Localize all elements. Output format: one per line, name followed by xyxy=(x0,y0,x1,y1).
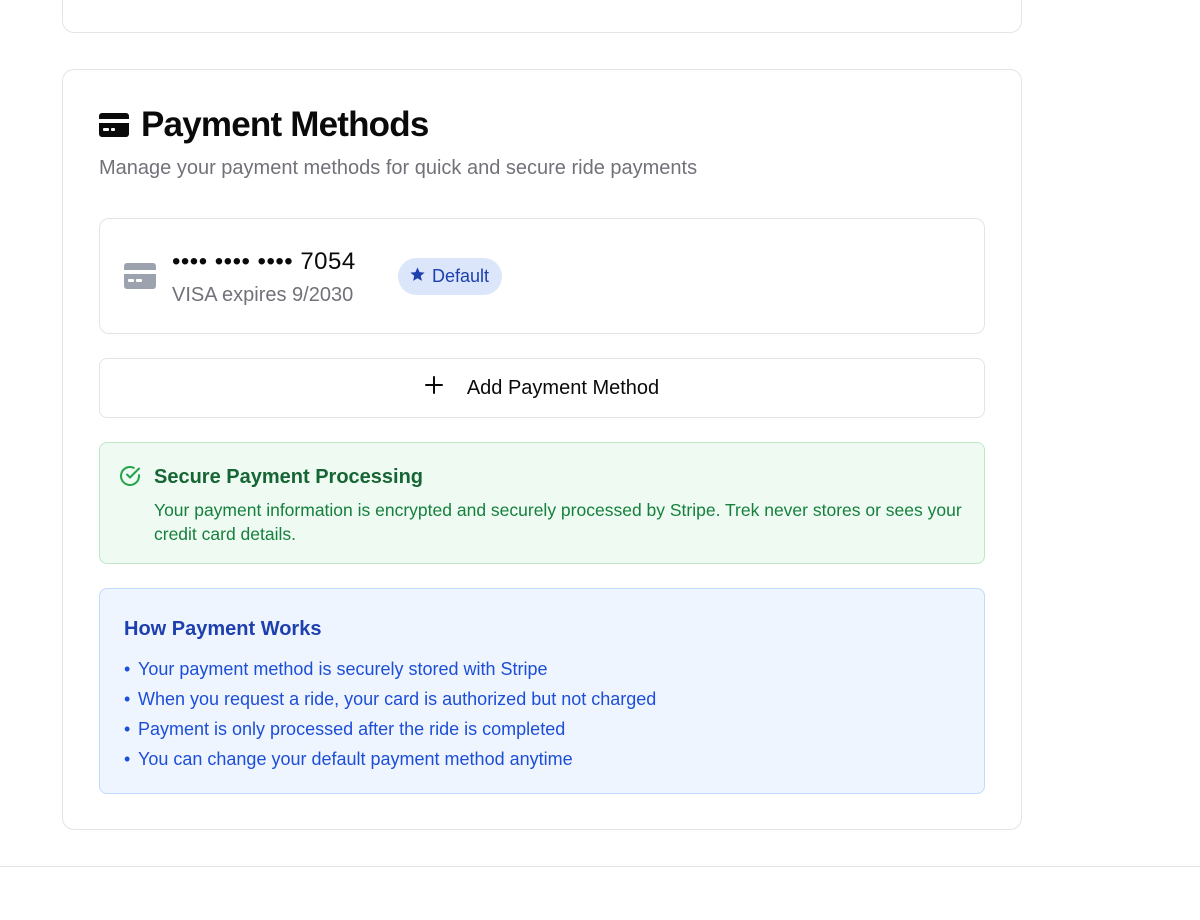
credit-card-icon xyxy=(124,263,156,294)
how-payment-works-title: How Payment Works xyxy=(124,618,322,640)
plus-icon xyxy=(424,376,443,400)
list-item: • Your payment method is securely stored … xyxy=(124,659,548,679)
secure-notice-text: Your payment information is encrypted an… xyxy=(154,500,962,544)
footer-divider xyxy=(0,866,1200,867)
list-item: • You can change your default payment met… xyxy=(124,749,573,769)
secure-payment-notice: Secure Payment Processing Your payment i… xyxy=(99,442,985,564)
card-details: VISA expires 9/2030 xyxy=(172,284,354,306)
payment-method-item[interactable]: •••• •••• •••• 7054 VISA expires 9/2030 … xyxy=(99,218,985,334)
default-badge: Default xyxy=(398,258,503,295)
card-title: Payment Methods xyxy=(141,105,429,144)
how-payment-works-box: How Payment Works • Your payment method i… xyxy=(99,588,985,794)
card-subtitle: Manage your payment methods for quick an… xyxy=(99,157,698,179)
add-payment-method-label: Add Payment Method xyxy=(466,376,660,399)
card-header: Payment Methods xyxy=(99,104,429,146)
list-item: • Payment is only processed after the rid… xyxy=(124,719,566,739)
how-payment-works-list: • Your payment method is securely stored … xyxy=(124,654,656,774)
credit-card-icon xyxy=(99,113,129,137)
default-badge-label: Default xyxy=(432,266,490,286)
card-number: •••• •••• •••• 7054 xyxy=(172,248,356,275)
list-item: • When you request a ride, your card is a… xyxy=(124,689,657,709)
star-icon xyxy=(409,266,426,288)
payment-methods-card: Payment Methods Manage your payment meth… xyxy=(62,69,1022,830)
add-payment-method-button[interactable]: Add Payment Method xyxy=(99,358,985,418)
secure-notice-title: Secure Payment Processing xyxy=(154,466,424,488)
check-circle-icon xyxy=(118,464,142,493)
previous-section-card xyxy=(62,0,1022,33)
